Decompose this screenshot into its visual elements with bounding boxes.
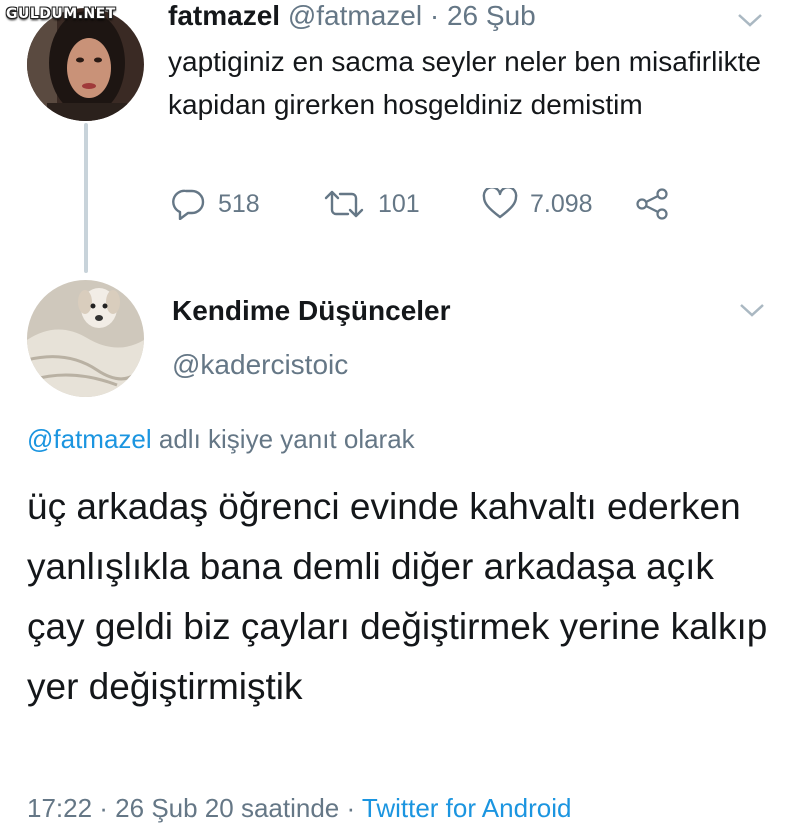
tweet1-date[interactable]: 26 Şub xyxy=(447,0,536,31)
retweet-count: 101 xyxy=(378,189,420,218)
tweet2-meta: 17:22 · 26 Şub 20 saatinde · Twitter for… xyxy=(27,793,571,824)
chevron-down-icon[interactable] xyxy=(736,10,764,30)
dog-in-blanket-icon xyxy=(27,280,144,397)
avatar-fatmazel[interactable] xyxy=(27,8,144,121)
chevron-down-icon[interactable] xyxy=(738,300,766,320)
reply-count: 518 xyxy=(218,189,260,218)
tweet2-handle[interactable]: @kadercistoic xyxy=(172,349,348,381)
woman-portrait-icon xyxy=(27,8,144,121)
tweet1-separator: · xyxy=(429,0,440,31)
reply-action[interactable]: 518 xyxy=(172,188,260,220)
reply-to-suffix: adlı kişiye yanıt olarak xyxy=(158,424,415,454)
avatar-kadercistoic[interactable] xyxy=(27,280,144,397)
thread-connector-line xyxy=(84,123,88,273)
like-count: 7.098 xyxy=(530,189,593,218)
tweet1-handle[interactable]: @fatmazel xyxy=(288,0,422,31)
like-icon xyxy=(482,188,518,219)
tweet2-source-link[interactable]: Twitter for Android xyxy=(362,793,572,823)
retweet-icon xyxy=(324,190,364,218)
reply-to-handle-link[interactable]: @fatmazel xyxy=(27,424,152,454)
tweet2-display-name[interactable]: Kendime Düşünceler xyxy=(172,295,451,327)
retweet-action[interactable]: 101 xyxy=(322,188,420,220)
tweet1-header: fatmazel @fatmazel · 26 Şub xyxy=(168,0,536,32)
share-action[interactable] xyxy=(636,188,682,220)
site-watermark: GULDUM.NET xyxy=(6,6,116,22)
tweet1-text: yaptiginiz en sacma seyler neler ben mis… xyxy=(168,46,761,120)
tweet2-text: üç arkadaş öğrenci evinde kahvaltı ederk… xyxy=(27,486,768,707)
reply-icon xyxy=(172,189,205,220)
like-action[interactable]: 7.098 xyxy=(482,188,593,220)
share-icon xyxy=(636,188,668,220)
tweet2-timestamp[interactable]: 17:22 · 26 Şub 20 saatinde · xyxy=(27,793,355,823)
reply-context: @fatmazel adlı kişiye yanıt olarak xyxy=(27,424,415,455)
tweet1-display-name[interactable]: fatmazel xyxy=(168,0,280,31)
